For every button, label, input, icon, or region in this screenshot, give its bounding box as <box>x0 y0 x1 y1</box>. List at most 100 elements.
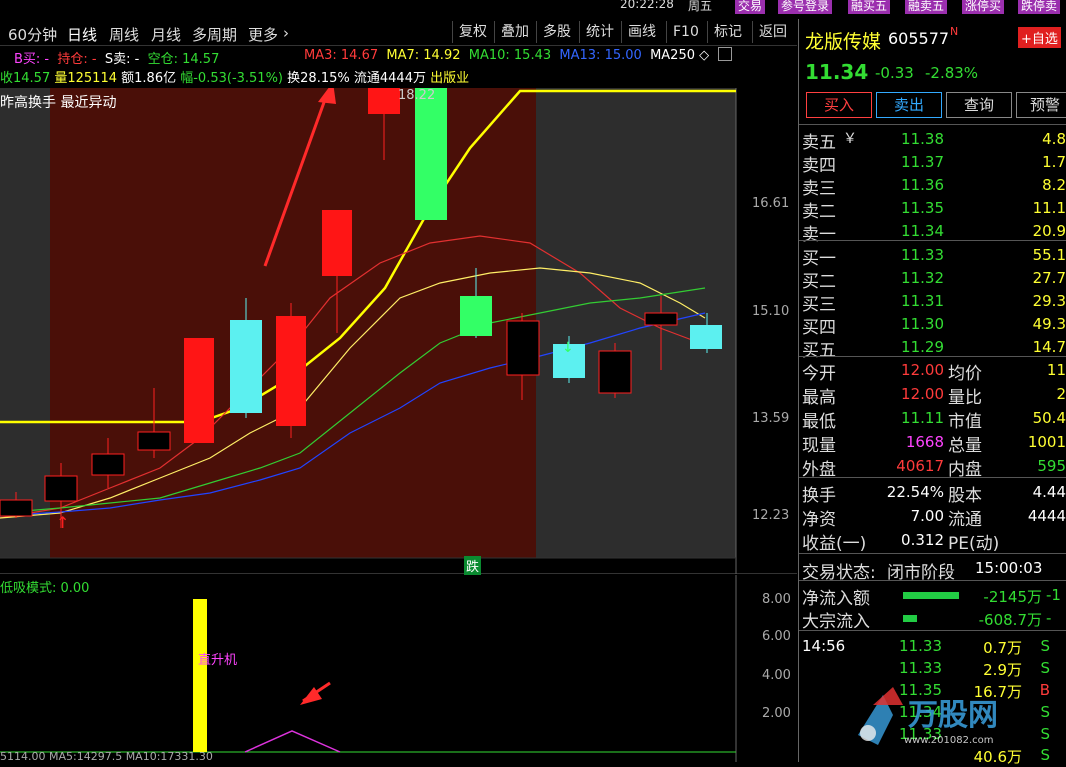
tab-daily[interactable]: 日线 <box>67 24 97 45</box>
mark-button[interactable]: 标记 <box>707 21 748 43</box>
fund-label: PE(动) <box>948 534 1000 554</box>
stat-value: 1001 <box>1027 433 1066 451</box>
limit-down-sell-button[interactable]: 跌停卖 <box>1018 0 1061 14</box>
overlay-button[interactable]: 叠加 <box>494 21 535 43</box>
sell-level-label: 卖四 <box>802 156 836 176</box>
buy-level-label: 买四 <box>802 318 836 338</box>
panel-toggle-icon[interactable] <box>718 47 732 61</box>
clock: 20:22:28 <box>620 0 674 11</box>
tab-more[interactable]: 更多 <box>248 24 278 45</box>
indicator-y-label: 6.00 <box>762 629 791 644</box>
candle <box>184 338 214 443</box>
multi-stock-button[interactable]: 多股 <box>536 21 577 43</box>
watermark-url: www.201082.com <box>904 735 994 746</box>
trade-status-time: 15:00:03 <box>975 559 1043 577</box>
signal-info-line: B买: - 持仓: - S卖: - 空仓: 14.57 <box>14 48 219 67</box>
diamond-icon[interactable]: ◇ <box>699 48 709 63</box>
top-bar: 20:22:28 周五 交易 参号登录 融买五 融卖五 涨停买 跌停卖 <box>0 0 1066 14</box>
stock-price: 11.34 <box>805 60 869 84</box>
fund-label: 股本 <box>948 486 982 506</box>
tab-multi-period[interactable]: 多周期 <box>192 24 237 45</box>
tick-volume: 0.7万 <box>983 639 1022 657</box>
watermark-brand: 万股网 <box>908 698 998 733</box>
s-sell-value: S卖: - <box>104 52 140 67</box>
indicator-y-label: 8.00 <box>762 592 791 607</box>
tick-price: 11.33 <box>899 659 942 677</box>
buy-level-label: 买二 <box>802 272 836 292</box>
sell-level-label: 卖一 <box>802 225 836 245</box>
stat-label: 量比 <box>948 388 982 408</box>
margin-buy-button[interactable]: 融买五 <box>848 0 891 14</box>
adjust-button[interactable]: 复权 <box>452 21 493 43</box>
candle <box>598 343 632 398</box>
fund-value: 4.44 <box>1032 483 1066 501</box>
candle <box>415 88 447 220</box>
sell-level-label: 卖五 <box>802 133 836 153</box>
tab-60min[interactable]: 60分钟 <box>8 24 57 45</box>
alert-button[interactable]: 预警 <box>1016 92 1066 118</box>
stat-label: 总量 <box>948 436 982 456</box>
ma-info-line: MA3: 14.67 MA7: 14.92 MA10: 15.43 MA13: … <box>304 48 709 63</box>
fund-value: 0.312 <box>901 531 944 549</box>
high-price-label: 18.22 <box>398 88 436 103</box>
account-login-button[interactable]: 参号登录 <box>778 0 833 14</box>
query-button[interactable]: 查询 <box>946 92 1012 118</box>
sell-level-icon: ￥ <box>843 131 857 147</box>
fund-label: 净资 <box>802 510 836 530</box>
indicator-y-label: 4.00 <box>762 668 791 683</box>
flow-bar <box>903 592 959 599</box>
ma10-value: MA10: 15.43 <box>468 48 552 63</box>
buy-button[interactable]: 买入 <box>806 92 872 118</box>
buy-price: 11.30 <box>901 315 944 333</box>
quote-info-line: 收14.57 量125114 额1.86亿 幅-0.53(-3.51%) 换28… <box>0 67 469 86</box>
stock-change: -0.33 <box>875 64 914 82</box>
add-watchlist-button[interactable]: +自选 <box>1018 27 1061 48</box>
ma13-value: MA13: 15.00 <box>559 48 642 63</box>
f10-button[interactable]: F10 <box>666 21 705 43</box>
fund-label: 流通 <box>948 510 982 530</box>
buy-volume: 27.7 <box>1032 269 1066 287</box>
indicator-bar-label: 直升机 <box>198 653 238 668</box>
stat-value: 1668 <box>905 433 944 451</box>
sell-volume: 4.8 <box>1042 130 1066 148</box>
indicator-chart[interactable] <box>0 575 797 762</box>
sell-button[interactable]: 卖出 <box>876 92 942 118</box>
tick-time: 14:56 <box>802 637 846 655</box>
flow-value: -2145万 <box>983 588 1042 606</box>
statistics-button[interactable]: 统计 <box>579 21 620 43</box>
buy-volume: 55.1 <box>1032 246 1066 264</box>
limit-up-buy-button[interactable]: 涨停买 <box>962 0 1005 14</box>
tab-weekly[interactable]: 周线 <box>109 24 139 45</box>
candlestick-chart[interactable]: ↑ ↓ <box>0 88 797 574</box>
buy-level-label: 买五 <box>802 341 836 361</box>
weekday: 周五 <box>688 0 713 13</box>
float-value: 流通4444万 <box>353 71 426 86</box>
change-value: 幅-0.53(-3.51%) <box>180 71 284 86</box>
industry-value: 出版业 <box>430 71 470 86</box>
stat-value: 12.00 <box>901 385 944 403</box>
stat-value: 595 <box>1037 457 1066 475</box>
anomaly-notice: 昨高换手 最近异动 <box>0 95 117 111</box>
chevron-right-icon[interactable]: › <box>283 24 289 42</box>
candle <box>276 303 306 438</box>
indicator-footer: 5114.00 MA5:14297.5 MA10:17331.30 <box>0 750 213 763</box>
margin-sell-button[interactable]: 融卖五 <box>905 0 948 14</box>
stock-code: 605577 <box>888 29 950 48</box>
stat-value: 11.11 <box>901 409 944 427</box>
trade-button[interactable]: 交易 <box>735 0 766 14</box>
fund-label: 收益(一) <box>802 534 867 554</box>
flow-tail: -1 <box>1046 586 1061 604</box>
tick-price: 11.33 <box>899 637 942 655</box>
y-axis-label: 12.23 <box>752 508 790 523</box>
watermark-logo: 万股网 www.201082.com <box>848 685 1048 755</box>
y-axis-label: 15.10 <box>752 304 790 319</box>
svg-text:↑: ↑ <box>56 513 69 532</box>
buy-price: 11.33 <box>901 246 944 264</box>
back-button[interactable]: 返回 <box>752 21 793 43</box>
b-buy-value: B买: - <box>14 52 50 67</box>
flow-value: -608.7万 <box>978 611 1042 629</box>
volume-value: 量125114 <box>54 71 117 86</box>
tab-monthly[interactable]: 月线 <box>151 24 181 45</box>
flow-label: 净流入额 <box>802 589 870 609</box>
draw-line-button[interactable]: 画线 <box>621 21 662 43</box>
